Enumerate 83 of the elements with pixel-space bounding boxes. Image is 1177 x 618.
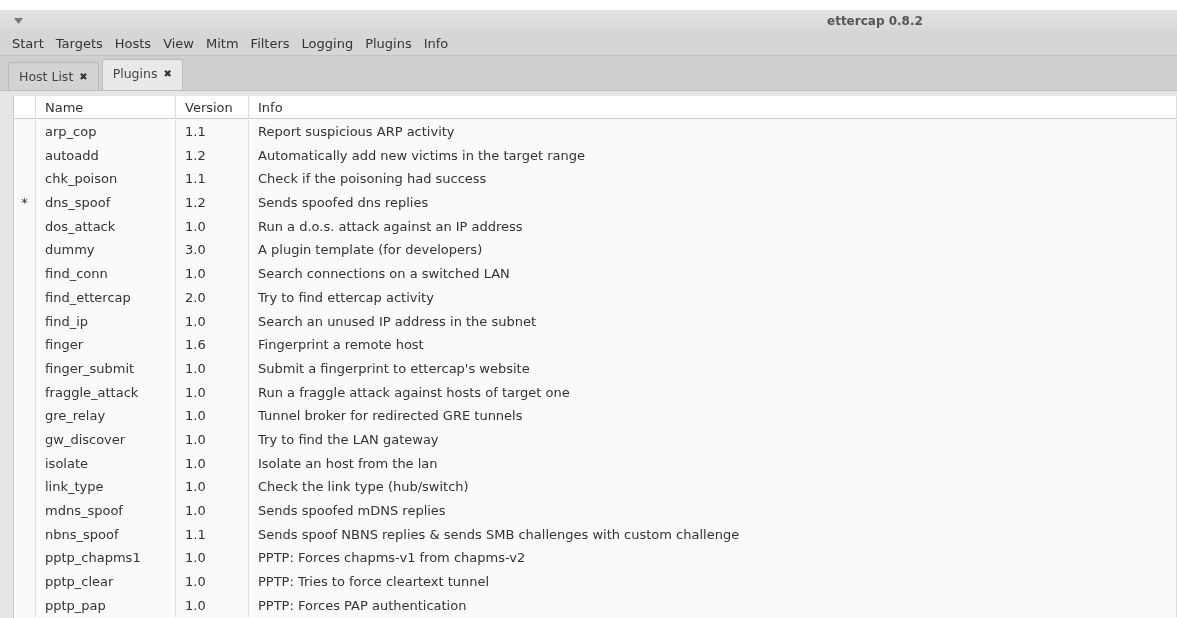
table-cell: 1.0: [176, 498, 249, 523]
table-cell: Check if the poisoning had success: [249, 167, 1177, 191]
tab[interactable]: Host List ✖: [8, 62, 99, 90]
table-cell: Fingerprint a remote host: [249, 332, 1177, 357]
table-cell: 1.0: [176, 380, 249, 404]
table-cell: 1.1: [176, 167, 249, 191]
table-cell: 1.0: [176, 214, 249, 239]
table-cell: find_ettercap: [36, 285, 176, 310]
table-cell: finger: [36, 332, 176, 357]
menu-item[interactable]: Mitm: [200, 36, 245, 51]
table-cell: 1.2: [176, 190, 249, 215]
table-cell: fraggle_attack: [36, 380, 176, 404]
table-cell: dns_spoof: [36, 190, 176, 215]
table-cell: 1.0: [176, 475, 249, 499]
table-cell: 1.0: [176, 427, 249, 452]
column-header[interactable]: Info: [249, 96, 1177, 119]
menu-item[interactable]: Hosts: [108, 36, 158, 51]
table-cell: Check the link type (hub/switch): [249, 475, 1177, 499]
table-cell: pptp_chapms1: [36, 546, 176, 570]
column-header[interactable]: Version: [176, 96, 249, 119]
table-cell: 1.6: [176, 332, 249, 357]
table-cell: Isolate an host from the lan: [249, 451, 1177, 475]
table-cell: gre_relay: [36, 403, 176, 428]
table-cell: isolate: [36, 451, 176, 475]
table-cell: PPTP: Tries to force cleartext tunnel: [249, 569, 1177, 594]
menu-item[interactable]: Filters: [244, 36, 296, 51]
table-cell: Report suspicious ARP activity: [249, 119, 1177, 144]
menu-item[interactable]: Info: [417, 36, 455, 51]
table-cell: 2.0: [176, 285, 249, 310]
table-cell: Automatically add new victims in the target range: [249, 143, 1177, 168]
table-cell: link_type: [36, 475, 176, 499]
close-icon[interactable]: ✖: [79, 71, 88, 82]
table-cell: Run a d.o.s. attack against an IP address: [249, 214, 1177, 239]
table-cell: 1.0: [176, 593, 249, 618]
table-cell: 1.0: [176, 546, 249, 570]
table-cell: finger_submit: [36, 356, 176, 381]
table-cell: dummy: [36, 238, 176, 262]
table-cell: 1.0: [176, 451, 249, 475]
table-cell: 1.0: [176, 403, 249, 428]
window-title: ettercap 0.8.2: [827, 14, 923, 28]
tab-label: Plugins: [112, 65, 158, 81]
table-cell: nbns_spoof: [36, 522, 176, 547]
table-cell: 3.0: [176, 238, 249, 262]
table-cell: Sends spoof NBNS replies & sends SMB challenges with custom challenge: [249, 522, 1177, 547]
table-cell: 1.2: [176, 143, 249, 168]
table-cell: mdns_spoof: [36, 498, 176, 523]
column-header[interactable]: Name: [36, 96, 176, 119]
table-cell: Try to find the LAN gateway: [249, 427, 1177, 452]
table-cell: pptp_pap: [36, 593, 176, 618]
table-cell: 1.1: [176, 119, 249, 144]
menu-item[interactable]: Start: [6, 36, 50, 51]
table-cell: Try to find ettercap activity: [249, 285, 1177, 310]
table-cell: 1.0: [176, 309, 249, 333]
table-cell: pptp_clear: [36, 569, 176, 594]
menu-item[interactable]: Logging: [295, 36, 360, 51]
table-cell: find_conn: [36, 261, 176, 286]
menu-item[interactable]: Plugins: [359, 36, 418, 51]
table-cell: Search connections on a switched LAN: [249, 261, 1177, 286]
table-cell: arp_cop: [36, 119, 176, 144]
table-cell: Search an unused IP address in the subnet: [249, 309, 1177, 333]
tab[interactable]: Plugins ✖: [101, 59, 183, 90]
table-cell: Tunnel broker for redirected GRE tunnels: [249, 403, 1177, 428]
tab-label: Host List: [19, 69, 74, 84]
table-cell: dos_attack: [36, 214, 176, 239]
table-cell: find_ip: [36, 309, 176, 333]
table-cell: Sends spoofed dns replies: [249, 190, 1177, 215]
close-icon[interactable]: ✖: [163, 67, 172, 79]
caret-icon[interactable]: [14, 18, 23, 24]
table-cell: 1.0: [176, 569, 249, 594]
table-cell: chk_poison: [36, 167, 176, 191]
table-cell: autoadd: [36, 143, 176, 168]
table-cell: 1.1: [176, 522, 249, 547]
table-cell: 1.0: [176, 356, 249, 381]
table-cell: 1.0: [176, 261, 249, 286]
menu-item[interactable]: View: [157, 36, 200, 51]
table-cell: Run a fraggle attack against hosts of target one: [249, 380, 1177, 404]
table-cell: PPTP: Forces chapms-v1 from chapms-v2: [249, 546, 1177, 570]
table-cell: PPTP: Forces PAP authentication: [249, 593, 1177, 618]
table-cell: Sends spoofed mDNS replies: [249, 498, 1177, 523]
table-cell: A plugin template (for developers): [249, 238, 1177, 262]
menu-item[interactable]: Targets: [49, 36, 109, 51]
table-cell: Submit a fingerprint to ettercap's website: [249, 356, 1177, 381]
table-cell: gw_discover: [36, 427, 176, 452]
